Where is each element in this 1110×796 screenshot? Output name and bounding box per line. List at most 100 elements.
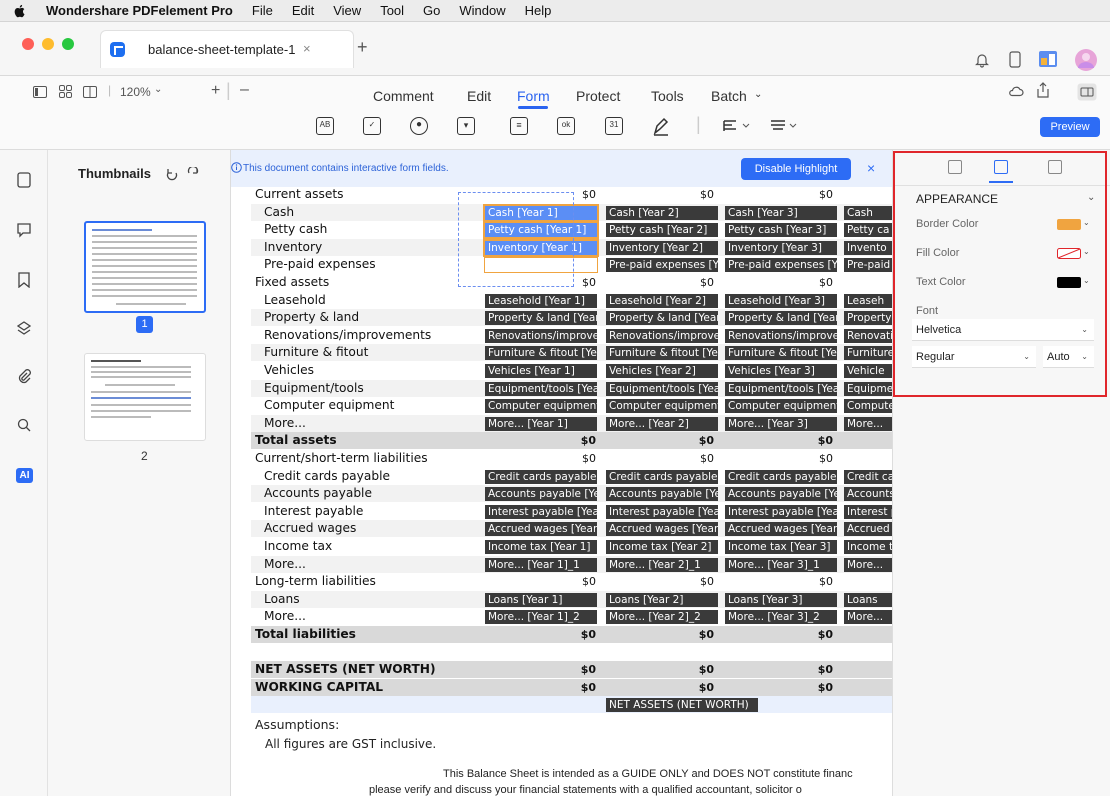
- form-field[interactable]: Petty ca: [844, 223, 893, 238]
- tab-comment[interactable]: Comment: [373, 88, 434, 104]
- tab-form[interactable]: Form: [517, 88, 550, 104]
- rotate-right-icon[interactable]: [186, 167, 200, 181]
- form-field[interactable]: Computer equipment: [606, 399, 718, 414]
- form-field[interactable]: More... [Year 2]_2: [606, 610, 718, 625]
- form-field[interactable]: Property & land [Year: [606, 311, 718, 326]
- new-tab-button[interactable]: +: [357, 37, 368, 58]
- form-field[interactable]: Credit cards payable [: [606, 469, 718, 484]
- form-field[interactable]: Income t: [844, 540, 893, 554]
- menu-view[interactable]: View: [333, 3, 361, 18]
- form-field[interactable]: Accounts pa: [844, 487, 893, 502]
- form-field[interactable]: Property & land [Year: [485, 311, 597, 326]
- close-tab-button[interactable]: ×: [303, 41, 311, 56]
- form-field[interactable]: Property & land [Year: [725, 311, 837, 326]
- close-window-button[interactable]: [22, 38, 34, 50]
- rotate-left-icon[interactable]: [165, 167, 179, 181]
- form-field[interactable]: Leasehold [Year 3]: [725, 293, 837, 308]
- form-field[interactable]: Interest payable [Year: [485, 504, 597, 519]
- menu-go[interactable]: Go: [423, 3, 440, 18]
- form-field[interactable]: More... [Year 1]: [485, 416, 597, 431]
- properties-panel-toggle-icon[interactable]: [1077, 83, 1097, 101]
- form-field[interactable]: Computer equipment: [725, 399, 837, 414]
- tab-edit[interactable]: Edit: [467, 88, 491, 104]
- form-field[interactable]: Accounts payable [Ye: [606, 487, 718, 502]
- align-icon[interactable]: [723, 120, 753, 132]
- form-field[interactable]: Furniture & fitout [Yea: [606, 346, 718, 361]
- form-field[interactable]: More... [Year 1]_2: [485, 610, 597, 625]
- form-field[interactable]: Accounts payable [Ye: [725, 487, 837, 502]
- thumbnail-page-1[interactable]: [84, 221, 206, 313]
- form-field[interactable]: Income tax [Year 3]: [725, 540, 837, 554]
- tab-protect[interactable]: Protect: [576, 88, 620, 104]
- form-field[interactable]: Interest payable [Year: [725, 504, 837, 519]
- form-field[interactable]: Loans: [844, 592, 893, 607]
- batch-dropdown-icon[interactable]: ⌄: [754, 89, 762, 100]
- form-field[interactable]: Computer equ: [844, 399, 893, 414]
- preview-button[interactable]: Preview: [1040, 117, 1100, 137]
- form-field[interactable]: More...: [844, 416, 893, 431]
- form-field[interactable]: Leasehold [Year 1]: [485, 293, 597, 308]
- combo-box-icon[interactable]: ▾: [457, 117, 475, 135]
- form-field[interactable]: Vehicles [Year 2]: [606, 364, 718, 378]
- form-field[interactable]: Property &: [844, 311, 893, 326]
- form-field[interactable]: Loans [Year 3]: [725, 592, 837, 607]
- form-field[interactable]: Loans [Year 2]: [606, 592, 718, 607]
- zoom-level[interactable]: 120%: [120, 85, 151, 99]
- form-field[interactable]: More...: [844, 610, 893, 625]
- share-icon[interactable]: [1036, 82, 1050, 98]
- form-field[interactable]: Renovations/improver: [606, 328, 718, 343]
- form-field[interactable]: Pre-paid exp: [844, 258, 893, 273]
- form-field[interactable]: More... [Year 1]_1: [485, 557, 597, 572]
- minimize-window-button[interactable]: [42, 38, 54, 50]
- text-field-icon[interactable]: AB: [316, 117, 334, 135]
- form-field[interactable]: Pre-paid expenses [Y: [725, 258, 837, 273]
- form-field[interactable]: Accounts payable [Ye: [485, 487, 597, 502]
- form-field[interactable]: Accrued wages [Year: [485, 522, 597, 537]
- distribute-icon[interactable]: [770, 120, 800, 132]
- form-field[interactable]: Petty cash [Year 2]: [606, 223, 718, 238]
- store-icon[interactable]: [1037, 49, 1059, 69]
- form-field[interactable]: Petty cash [Year 3]: [725, 223, 837, 238]
- form-field[interactable]: Cash [Year 3]: [725, 205, 837, 220]
- form-field[interactable]: Renovations/improven: [725, 328, 837, 343]
- form-field[interactable]: Vehicle: [844, 364, 893, 378]
- form-field[interactable]: Accrued wages [Year: [725, 522, 837, 537]
- form-field[interactable]: More... [Year 2]: [606, 416, 718, 431]
- tab-tools[interactable]: Tools: [651, 88, 684, 104]
- menu-edit[interactable]: Edit: [292, 3, 314, 18]
- avatar[interactable]: [1074, 48, 1098, 72]
- form-field[interactable]: Invento: [844, 240, 893, 255]
- selection-box[interactable]: [458, 192, 574, 287]
- date-field-icon[interactable]: 31: [605, 117, 623, 135]
- cloud-icon[interactable]: [1008, 85, 1024, 97]
- list-box-icon[interactable]: ≡: [510, 117, 528, 135]
- form-field[interactable]: Equipment/tools [Year: [725, 381, 837, 396]
- form-field[interactable]: Cash: [844, 205, 893, 220]
- form-field[interactable]: More... [Year 3]: [725, 416, 837, 431]
- form-field[interactable]: Equipment/tools [Year: [485, 381, 597, 396]
- apple-icon[interactable]: [12, 3, 28, 19]
- form-field[interactable]: Inventory [Year 3]: [725, 240, 837, 255]
- page-layout-icon[interactable]: [83, 86, 97, 98]
- form-field[interactable]: Credit cards payable [: [725, 469, 837, 484]
- form-field[interactable]: Renovations/imp: [844, 328, 893, 343]
- form-field[interactable]: More... [Year 3]_1: [725, 557, 837, 572]
- form-field[interactable]: More...: [844, 557, 893, 572]
- form-field[interactable]: Vehicles [Year 3]: [725, 364, 837, 378]
- radio-button-icon[interactable]: ●: [410, 117, 428, 135]
- form-field[interactable]: Furniture & fitout [Yea: [485, 346, 597, 361]
- ai-assistant-icon[interactable]: AI: [16, 468, 33, 483]
- menu-tool[interactable]: Tool: [380, 3, 404, 18]
- form-field[interactable]: Accrued wages [Year: [606, 522, 718, 537]
- form-field[interactable]: Furniture & fitout [Yea: [725, 346, 837, 361]
- page-icon[interactable]: [17, 172, 31, 188]
- layers-icon[interactable]: [17, 320, 31, 336]
- form-field[interactable]: More... [Year 2]_1: [606, 557, 718, 572]
- menu-window[interactable]: Window: [459, 3, 505, 18]
- close-banner-button[interactable]: ×: [867, 160, 875, 176]
- zoom-out-button[interactable]: –: [240, 81, 249, 99]
- device-icon[interactable]: [1009, 51, 1021, 68]
- form-field[interactable]: Pre-paid expenses [Y: [606, 258, 718, 273]
- form-field[interactable]: Loans [Year 1]: [485, 592, 597, 607]
- search-icon[interactable]: [17, 417, 31, 433]
